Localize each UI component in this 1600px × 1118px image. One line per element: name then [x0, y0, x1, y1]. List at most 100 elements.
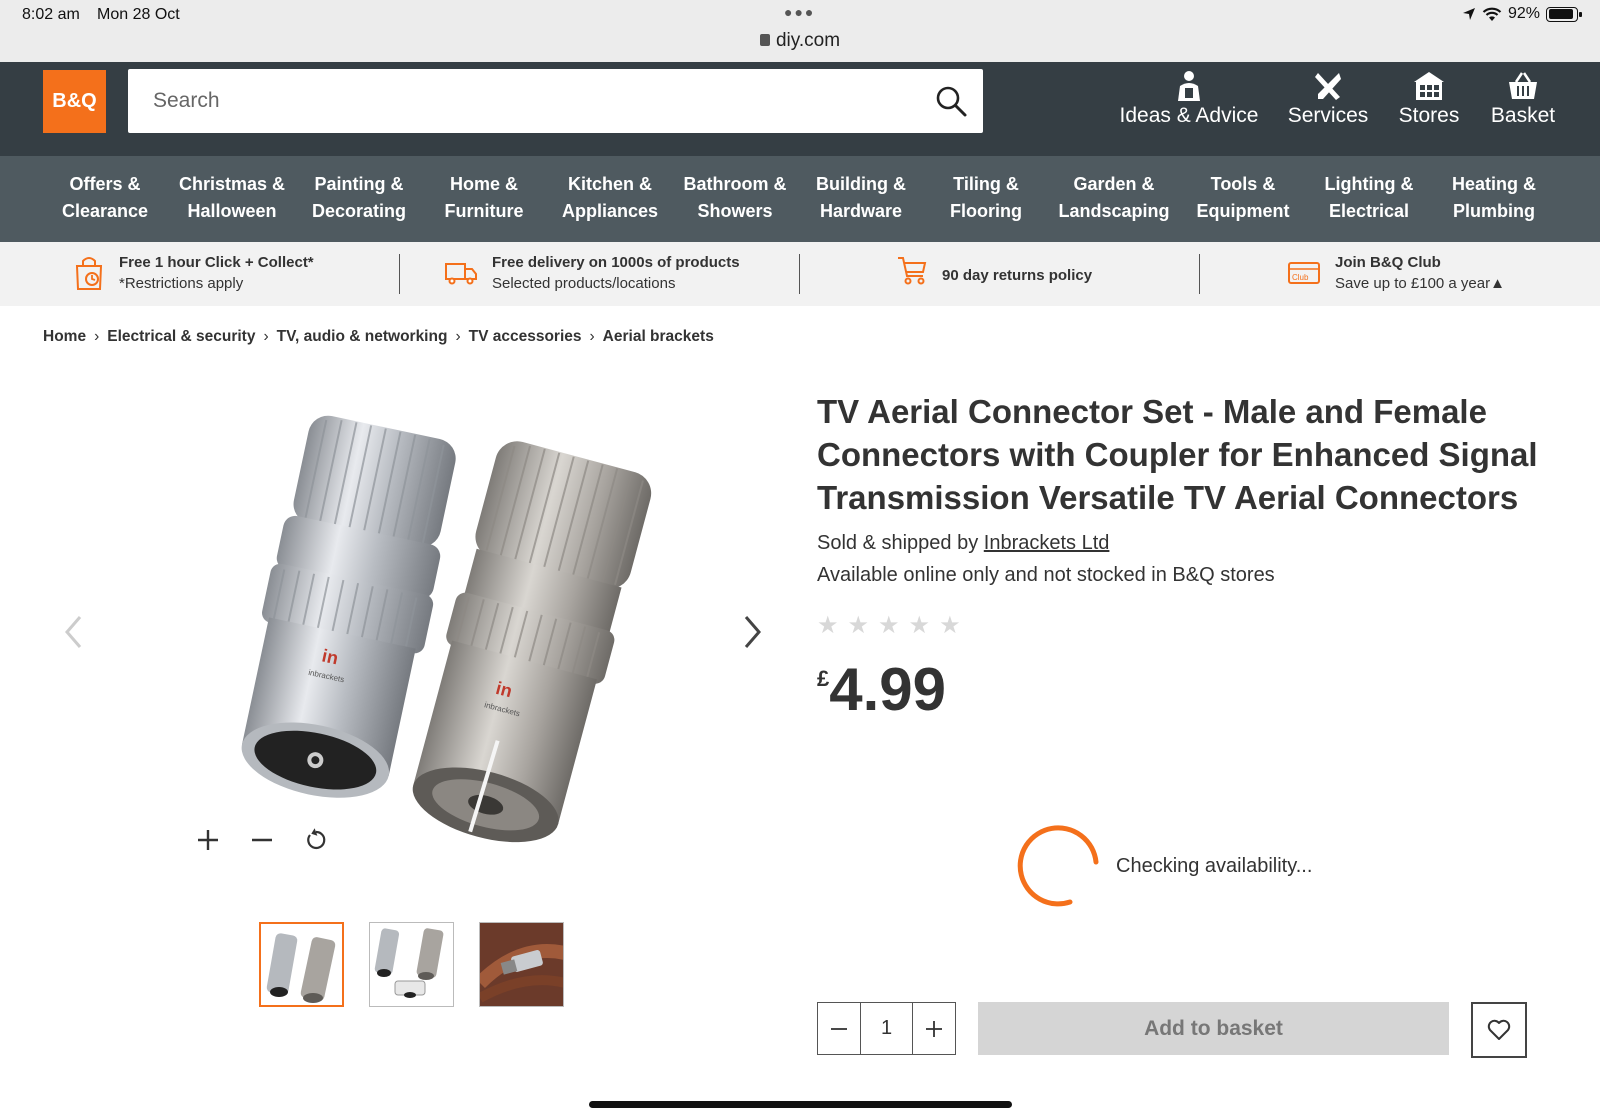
category-building-hardware[interactable]: Building & Hardware	[796, 171, 926, 225]
category-offers-clearance[interactable]: Offers & Clearance	[40, 171, 170, 225]
wifi-icon	[1482, 7, 1502, 21]
usp-bq-club[interactable]: Club Join B&Q Club Save up to £100 a year…	[1287, 252, 1505, 294]
reset-zoom-icon[interactable]	[304, 828, 328, 852]
nav-label: Stores	[1398, 104, 1460, 127]
nav-basket[interactable]: Basket	[1488, 62, 1558, 156]
breadcrumb-tv-accessories[interactable]: TV accessories	[469, 328, 582, 346]
breadcrumb-aerial-brackets[interactable]: Aerial brackets	[603, 328, 714, 346]
chevron-right-icon: ›	[589, 328, 595, 345]
heart-icon	[1487, 1019, 1511, 1040]
breadcrumb-tv-audio-networking[interactable]: TV, audio & networking	[277, 328, 448, 346]
nav-label: Services	[1287, 104, 1369, 127]
carousel-next-arrow[interactable]	[740, 614, 764, 650]
usp-bar: Free 1 hour Click + Collect* *Restriction…	[0, 242, 1600, 306]
category-garden-landscaping[interactable]: Garden & Landscaping	[1049, 171, 1179, 225]
breadcrumb-electrical-security[interactable]: Electrical & security	[107, 328, 255, 346]
usp-returns[interactable]: 90 day returns policy	[896, 257, 1093, 288]
lock-icon	[759, 34, 770, 46]
thumbnail-image	[374, 928, 444, 998]
chevron-right-icon: ›	[263, 328, 269, 345]
thumbnail-3[interactable]	[479, 922, 564, 1007]
address-bar[interactable]: diy.com	[0, 30, 1600, 52]
price-currency: £	[817, 666, 830, 691]
usp-free-delivery[interactable]: Free delivery on 1000s of products Select…	[444, 252, 740, 294]
battery-percent: 92%	[1507, 5, 1540, 22]
carousel-prev-arrow[interactable]	[62, 614, 86, 650]
plus-icon	[926, 1020, 942, 1037]
product-price: £4.99	[817, 660, 946, 720]
star-icon: ★	[817, 612, 839, 639]
svg-text:Club: Club	[1292, 273, 1309, 282]
rating-stars[interactable]: ★ ★ ★ ★ ★	[817, 614, 961, 638]
usp-sub: *Restrictions apply	[119, 275, 244, 292]
usp-title: Join B&Q Club	[1335, 254, 1441, 271]
availability-checker: Checking availability...	[1016, 822, 1312, 910]
checking-text: Checking availability...	[1116, 854, 1313, 877]
usp-title: 90 day returns policy	[942, 266, 1093, 284]
tools-icon	[1315, 73, 1341, 100]
chevron-right-icon: ›	[94, 328, 100, 345]
availability-note: Available online only and not stocked in…	[817, 564, 1275, 586]
url-text: diy.com	[775, 30, 841, 51]
star-icon: ★	[847, 612, 870, 639]
bq-logo[interactable]: B&Q	[43, 70, 106, 133]
nav-ideas-advice[interactable]: Ideas & Advice	[1100, 62, 1278, 156]
category-tiling-flooring[interactable]: Tiling & Flooring	[921, 171, 1051, 225]
category-bathroom-showers[interactable]: Bathroom & Showers	[670, 171, 800, 225]
returns-trolley-icon	[898, 257, 927, 285]
search-bar	[128, 69, 983, 133]
category-painting-decorating[interactable]: Painting & Decorating	[294, 171, 424, 225]
breadcrumb: Home › Electrical & security › TV, audio &…	[43, 328, 714, 346]
nav-services[interactable]: Services	[1275, 62, 1381, 156]
category-nav: Offers & Clearance Christmas & Halloween P…	[0, 156, 1600, 242]
quantity-decrease-button[interactable]	[818, 1003, 860, 1054]
category-home-furniture[interactable]: Home & Furniture	[419, 171, 549, 225]
breadcrumb-home[interactable]: Home	[43, 328, 86, 346]
category-tools-equipment[interactable]: Tools & Equipment	[1178, 171, 1308, 225]
battery-icon	[1546, 6, 1582, 22]
wishlist-button[interactable]	[1471, 1002, 1527, 1058]
usp-click-collect[interactable]: Free 1 hour Click + Collect* *Restriction…	[73, 252, 314, 294]
product-image[interactable]: in inbrackets in inbrackets	[170, 398, 670, 868]
delivery-truck-icon	[445, 263, 477, 285]
category-christmas-halloween[interactable]: Christmas & Halloween	[167, 171, 297, 225]
home-indicator[interactable]	[589, 1101, 1012, 1108]
thumbnail-1[interactable]	[259, 922, 344, 1007]
click-collect-icon	[75, 257, 103, 290]
basket-icon	[1509, 72, 1537, 99]
chevron-right-icon: ›	[455, 328, 461, 345]
ios-status-bar: 8:02 am Mon 28 Oct ●●● diy.com 92%	[0, 0, 1600, 62]
category-lighting-electrical[interactable]: Lighting & Electrical	[1304, 171, 1434, 225]
star-icon: ★	[908, 612, 931, 639]
search-icon[interactable]	[933, 83, 969, 119]
usp-title: Free delivery on 1000s of products	[492, 254, 740, 271]
nav-stores[interactable]: Stores	[1392, 62, 1466, 156]
quantity-value[interactable]: 1	[860, 1003, 913, 1054]
star-icon: ★	[878, 612, 900, 639]
minus-icon	[831, 1027, 847, 1030]
seller-link[interactable]: Inbrackets Ltd	[984, 532, 1110, 554]
status-time: 8:02 am	[22, 6, 80, 23]
quantity-increase-button[interactable]	[913, 1003, 955, 1054]
status-date: Mon 28 Oct	[97, 6, 180, 23]
multitask-dots-icon[interactable]: ●●●	[784, 4, 815, 20]
zoom-in-icon[interactable]	[196, 828, 220, 852]
site-header: B&Q Ideas & Advice Services Stores Baske…	[0, 62, 1600, 156]
usp-sub: Selected products/locations	[492, 275, 676, 292]
quantity-stepper: 1	[817, 1002, 956, 1055]
status-indicators: 92%	[1462, 5, 1582, 23]
advisor-icon	[1178, 71, 1200, 101]
search-input[interactable]	[128, 69, 888, 133]
zoom-out-icon[interactable]	[250, 828, 274, 852]
add-to-basket-button[interactable]: Add to basket	[978, 1002, 1449, 1055]
price-value: 4.99	[829, 656, 947, 723]
category-kitchen-appliances[interactable]: Kitchen & Appliances	[545, 171, 675, 225]
club-card-icon: Club	[1288, 262, 1320, 284]
usp-divider	[799, 254, 800, 294]
category-heating-plumbing[interactable]: Heating & Plumbing	[1429, 171, 1559, 225]
thumbnail-image	[480, 923, 563, 1006]
star-icon: ★	[939, 612, 961, 639]
location-arrow-icon	[1462, 8, 1475, 20]
thumbnail-2[interactable]	[369, 922, 454, 1007]
seller-info: Sold & shipped by Inbrackets Ltd	[817, 532, 1109, 555]
